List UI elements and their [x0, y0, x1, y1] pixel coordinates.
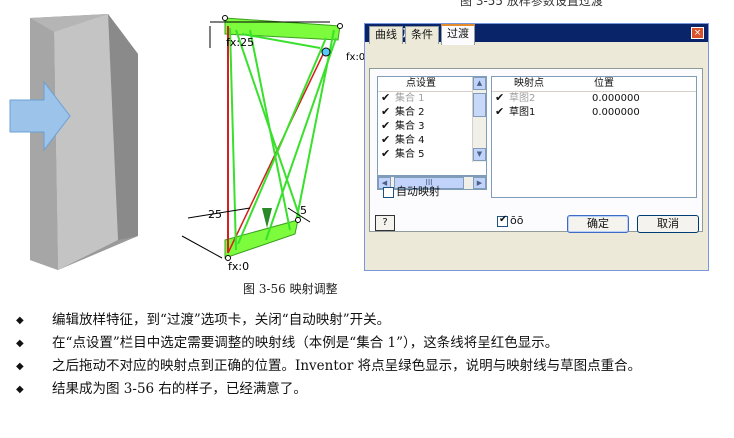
list-item: ◆ 之后拖动不对应的映射点到正确的位置。Inventor 将点呈绿色显示，说明与…: [16, 355, 731, 378]
list-item[interactable]: ✔ 集合 1: [378, 91, 486, 106]
check-icon: ✔: [381, 119, 391, 132]
diamond-bullet-icon: ◆: [16, 361, 24, 372]
dim-label-fx-bottom: fx:0: [228, 260, 249, 273]
check-icon: ✔: [381, 91, 391, 104]
dim-label-right: 5: [300, 204, 307, 217]
vertical-scrollbar[interactable]: ▲ ▼: [472, 77, 486, 162]
ok-button[interactable]: 确定: [567, 215, 629, 233]
help-button[interactable]: ?: [375, 215, 395, 231]
diamond-bullet-icon: ◆: [16, 384, 24, 395]
cancel-button[interactable]: 取消: [637, 215, 699, 233]
list-item: ◆ 在“点设置”栏目中选定需要调整的映射线（本例是“集合 1”），这条线将呈红色…: [16, 332, 731, 355]
list-item[interactable]: ✔ 集合 3: [378, 119, 486, 134]
glasses-icon: ōō: [510, 214, 524, 227]
tab-conditions[interactable]: 条件: [405, 26, 439, 44]
check-icon: ✔: [495, 105, 505, 118]
figure-caption: 图 3-56 映射调整: [243, 282, 338, 296]
column-position: 位置: [594, 78, 614, 89]
check-icon: ✔: [495, 91, 505, 104]
list-item[interactable]: ✔ 集合 2: [378, 105, 486, 120]
point-set-header: 点设置: [378, 77, 486, 92]
scroll-right-icon[interactable]: ▶: [473, 177, 486, 189]
table-row[interactable]: ✔ 草图2 0.000000: [492, 91, 696, 106]
scroll-thumb[interactable]: [473, 93, 486, 117]
check-icon: ✔: [381, 133, 391, 146]
check-icon: ✔: [381, 147, 391, 160]
dim-label-left: 25: [208, 208, 222, 221]
solid-preview-image: [8, 8, 154, 274]
check-icon: ✔: [381, 105, 391, 118]
map-point-table[interactable]: 映射点 位置 ✔ 草图2 0.000000 ✔ 草图1 0.000000: [491, 76, 697, 198]
column-map-point: 映射点: [514, 78, 544, 89]
list-item[interactable]: ✔ 集合 5: [378, 147, 486, 162]
scroll-up-icon[interactable]: ▲: [473, 77, 486, 90]
scroll-down-icon[interactable]: ▼: [473, 148, 486, 161]
tab-curves[interactable]: 曲线: [369, 26, 403, 44]
list-item[interactable]: ✔ 集合 4: [378, 133, 486, 148]
bullet-list: ◆ 编辑放样特征，到“过渡”选项卡，关闭“自动映射”开关。 ◆ 在“点设置”栏目…: [16, 309, 731, 401]
point-set-list[interactable]: 点设置 ✔ 集合 1 ✔ 集合 2 ✔ 集合 3 ✔ 集合 4 ✔ 集合 5 ▲…: [377, 76, 487, 176]
loft-wireframe-image: fx:25 fx:0 25 5 fx:0: [170, 8, 370, 276]
checkbox-box[interactable]: ✔: [497, 214, 508, 227]
dim-label-fx-right: fx:0: [346, 52, 365, 63]
auto-map-checkbox[interactable]: 自动映射: [383, 186, 440, 198]
list-item: ◆ 编辑放样特征，到“过渡”选项卡，关闭“自动映射”开关。: [16, 309, 731, 332]
diamond-bullet-icon: ◆: [16, 315, 24, 326]
preview-toggle[interactable]: ✔ ōō: [497, 214, 543, 232]
previous-figure-caption: 图 3-55 放样参数设置过渡: [460, 0, 603, 8]
loft-dialog: 放样 : 放样3 × 曲线 条件 过渡 点设置 ✔ 集合 1 ✔ 集合 2 ✔ …: [364, 23, 709, 271]
map-table-header: 映射点 位置: [492, 77, 696, 92]
list-item: ◆ 结果成为图 3-56 右的样子，已经满意了。: [16, 378, 731, 401]
diamond-bullet-icon: ◆: [16, 338, 24, 349]
table-row[interactable]: ✔ 草图1 0.000000: [492, 105, 696, 120]
dim-label-fx-top: fx:25: [226, 36, 254, 49]
tab-transition[interactable]: 过渡: [441, 24, 475, 45]
checkbox-box[interactable]: [383, 186, 394, 198]
close-icon[interactable]: ×: [691, 27, 704, 39]
